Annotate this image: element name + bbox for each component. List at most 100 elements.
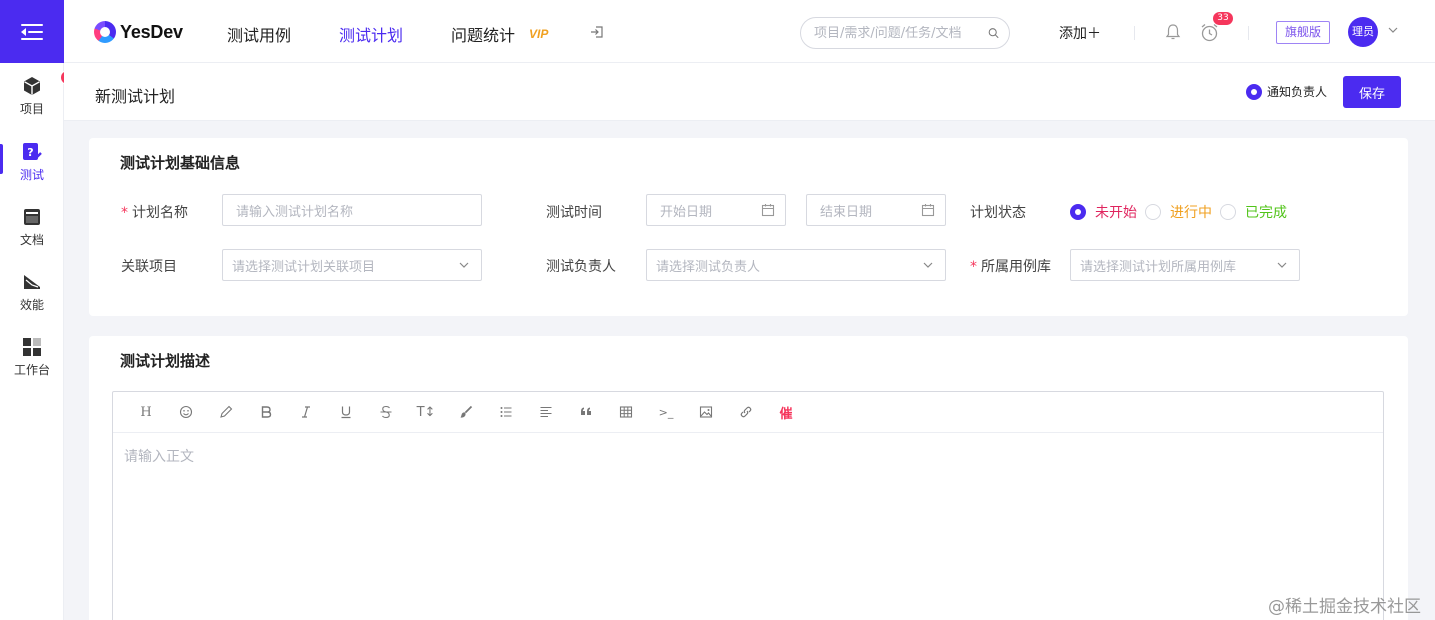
text-size-button[interactable]: T↕ (406, 400, 446, 424)
sidebar-item-label: 项目 (19, 102, 44, 116)
search-icon[interactable] (988, 26, 999, 40)
description-card: 测试计划描述 H T↕ >_ 催 请输入正文 (89, 336, 1408, 620)
chevron-down-icon[interactable] (1388, 25, 1398, 35)
pen-button[interactable] (206, 400, 246, 424)
notify-owner-label: 通知负责人 (1267, 85, 1328, 99)
start-date-placeholder: 开始日期 (660, 204, 713, 220)
chevron-down-icon (459, 262, 469, 268)
sidebar-item-test[interactable]: ? 测试 (0, 138, 64, 194)
status-option-not-started[interactable]: 未开始 (1070, 202, 1137, 222)
sidebar-item-performance[interactable]: 效能 (0, 268, 64, 324)
description-title: 测试计划描述 (120, 352, 211, 370)
status-option-done[interactable]: 已完成 (1220, 202, 1287, 222)
underline-button[interactable] (326, 400, 366, 424)
start-date-picker[interactable]: 开始日期 (646, 194, 786, 226)
menu-collapse-icon (21, 23, 43, 40)
left-sidebar: 18 项目 ? 测试 文档 效能 工作台 (0, 0, 82, 620)
emoji-icon (179, 405, 193, 419)
align-button[interactable] (526, 400, 566, 424)
status-in-progress-label: 进行中 (1170, 205, 1212, 221)
divider (1134, 26, 1135, 40)
table-icon (619, 406, 633, 418)
nav-test-cases[interactable]: 测试用例 (227, 22, 291, 46)
urge-button[interactable]: 催 (766, 400, 806, 424)
required-mark: * (970, 259, 977, 275)
cube-icon: 18 (22, 70, 82, 96)
heading-icon: H (140, 404, 152, 420)
test-owner-select[interactable]: 请选择测试负责人 (646, 249, 946, 281)
yesdev-logo-icon (94, 21, 116, 43)
chevron-down-icon (923, 262, 933, 268)
watermark: @稀土掘金技术社区 (1268, 597, 1421, 617)
image-button[interactable] (686, 400, 726, 424)
bell-icon[interactable] (1164, 23, 1182, 41)
code-icon: >_ (658, 405, 674, 419)
avatar[interactable]: 理员 (1348, 17, 1378, 47)
calendar-icon (761, 204, 775, 217)
format-brush-button[interactable] (446, 400, 486, 424)
enter-icon[interactable] (590, 25, 604, 39)
radio-unchecked[interactable] (1145, 204, 1161, 220)
test-owner-placeholder: 请选择测试负责人 (656, 259, 761, 275)
quote-button[interactable] (566, 400, 606, 424)
workbench-icon (22, 337, 42, 357)
urge-icon: 催 (779, 406, 793, 422)
editor-content-area[interactable]: 请输入正文 (113, 433, 1383, 479)
logo[interactable]: YesDev (94, 21, 183, 43)
code-button[interactable]: >_ (646, 400, 686, 424)
menu-toggle-button[interactable] (0, 0, 64, 63)
case-library-select[interactable]: 请选择测试计划所属用例库 (1070, 249, 1300, 281)
calendar-icon (921, 204, 935, 217)
status-done-label: 已完成 (1245, 205, 1287, 221)
case-library-placeholder: 请选择测试计划所属用例库 (1080, 259, 1237, 275)
sidebar-item-label: 效能 (19, 298, 44, 312)
radio-unchecked[interactable] (1220, 204, 1236, 220)
related-project-select[interactable]: 请选择测试计划关联项目 (222, 249, 482, 281)
heading-button[interactable]: H (126, 400, 166, 424)
page-header: 新测试计划 通知负责人 保存 (64, 63, 1435, 121)
text-size-icon: T↕ (416, 404, 436, 420)
sidebar-item-workbench[interactable]: 工作台 (0, 333, 64, 389)
rich-text-editor: H T↕ >_ 催 请输入正文 (112, 391, 1384, 620)
bullet-list-button[interactable] (486, 400, 526, 424)
sidebar-item-project[interactable]: 18 项目 (0, 70, 82, 128)
global-search[interactable] (800, 17, 1010, 49)
plan-name-input[interactable]: 请输入测试计划名称 (222, 194, 482, 226)
plan-status-radio-group: 未开始 进行中 已完成 (1070, 202, 1295, 222)
status-not-started-label: 未开始 (1095, 205, 1137, 221)
nav-test-plans[interactable]: 测试计划 (339, 22, 403, 46)
status-option-in-progress[interactable]: 进行中 (1145, 202, 1212, 222)
strikethrough-button[interactable] (366, 400, 406, 424)
plan-name-label: * 计划名称 (121, 202, 188, 222)
bold-button[interactable] (246, 400, 286, 424)
alarm-clock-icon[interactable] (1200, 23, 1219, 42)
italic-icon (302, 406, 310, 418)
edition-badge[interactable]: 旗舰版 (1276, 21, 1330, 44)
logo-text: YesDev (120, 21, 183, 42)
save-button[interactable]: 保存 (1343, 76, 1401, 108)
sidebar-item-document[interactable]: 文档 (0, 203, 64, 259)
table-button[interactable] (606, 400, 646, 424)
performance-icon (22, 272, 42, 292)
underline-icon (341, 406, 351, 419)
end-date-picker[interactable]: 结束日期 (806, 194, 946, 226)
bullet-list-icon (500, 407, 512, 417)
radio-checked[interactable] (1070, 204, 1086, 220)
brush-icon (460, 405, 473, 418)
sidebar-item-label: 工作台 (13, 363, 50, 377)
case-library-label-text: 所属用例库 (981, 259, 1051, 275)
notify-radio-checked[interactable] (1246, 83, 1262, 100)
test-owner-label: 测试负责人 (546, 259, 616, 275)
basic-info-card: 测试计划基础信息 * 计划名称 请输入测试计划名称 测试时间 开始日期 结束日期 … (89, 138, 1408, 316)
basic-info-title: 测试计划基础信息 (120, 154, 241, 172)
divider (1248, 26, 1249, 40)
add-button[interactable]: 添加＋ (1059, 23, 1101, 43)
quote-icon (581, 407, 591, 415)
notify-owner-option[interactable]: 通知负责人 (1246, 83, 1327, 100)
strikethrough-icon (380, 405, 392, 419)
search-input[interactable] (814, 25, 984, 41)
link-button[interactable] (726, 400, 766, 424)
emoji-button[interactable] (166, 400, 206, 424)
italic-button[interactable] (286, 400, 326, 424)
nav-issue-stats[interactable]: 问题统计 (451, 22, 515, 46)
